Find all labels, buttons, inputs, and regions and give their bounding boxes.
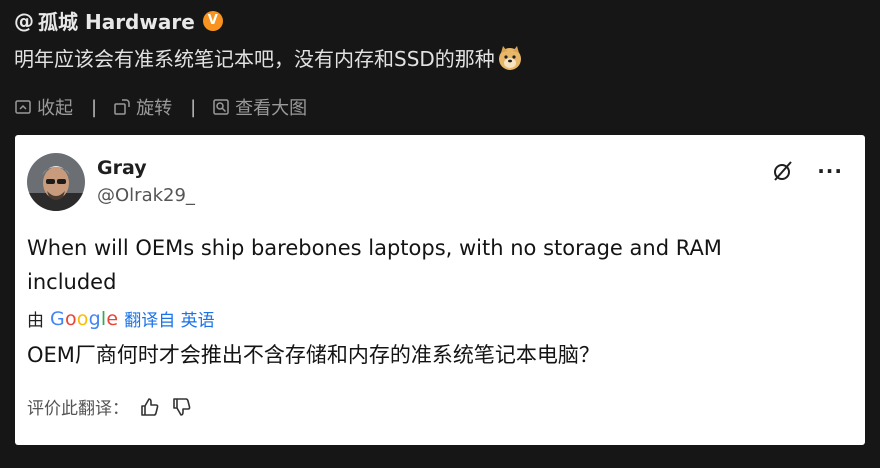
author-name[interactable]: 孤城 Hardware <box>38 6 195 35</box>
collapse-icon <box>15 100 31 114</box>
at-symbol: @ <box>14 8 34 33</box>
tweet-text: When will OEMs ship barebones laptops, w… <box>27 236 722 294</box>
divider: | <box>91 96 98 118</box>
verified-badge-icon: V <box>202 10 223 31</box>
view-large-label: 查看大图 <box>235 98 308 119</box>
translation-attribution: 由 Google 翻译自 英语 <box>27 306 215 332</box>
thumbs-up-icon[interactable] <box>139 396 161 418</box>
post-header: @ 孤城 Hardware V <box>14 6 223 35</box>
view-large-button[interactable]: 查看大图 <box>212 94 307 120</box>
collapse-button[interactable]: 收起 <box>14 94 73 120</box>
collapse-label: 收起 <box>37 98 73 119</box>
avatar-icon <box>27 153 85 211</box>
avatar[interactable] <box>27 153 85 211</box>
divider: | <box>190 96 197 118</box>
rate-translation: 评价此翻译： <box>27 394 193 419</box>
more-options-button[interactable]: ··· <box>817 159 843 183</box>
post-text: 明年应该会有准系统笔记本吧，没有内存和SSD的那种 <box>14 43 523 72</box>
magnify-image-icon <box>213 99 229 115</box>
embedded-tweet-card: Gray @Olrak29_ ··· When will OEMs ship b… <box>15 135 865 445</box>
doge-emoji-icon <box>498 45 521 70</box>
tweet-user-name[interactable]: Gray <box>97 157 147 179</box>
rotate-button[interactable]: 旋转 <box>113 94 172 120</box>
rotate-label: 旋转 <box>136 98 173 119</box>
translated-by-label: 由 <box>27 311 44 331</box>
tweet-user-handle[interactable]: @Olrak29_ <box>97 185 195 206</box>
rate-label: 评价此翻译： <box>27 399 129 419</box>
weibo-post-screenshot: @ 孤城 Hardware V 明年应该会有准系统笔记本吧，没有内存和SSD的那… <box>0 0 880 468</box>
thumbs-down-icon[interactable] <box>171 396 193 418</box>
grok-icon[interactable] <box>771 159 795 183</box>
rotate-icon <box>114 99 130 115</box>
translated-from-link[interactable]: 翻译自 英语 <box>124 306 214 331</box>
image-actions: 收起 | 旋转 | 查看大图 <box>14 94 307 120</box>
translated-text: OEM厂商何时才会推出不含存储和内存的准系统笔记本电脑？ <box>27 343 600 367</box>
post-body: 明年应该会有准系统笔记本吧，没有内存和SSD的那种 <box>14 47 495 71</box>
tweet-toolbar: ··· <box>771 159 843 183</box>
google-logo: Google <box>50 307 119 330</box>
